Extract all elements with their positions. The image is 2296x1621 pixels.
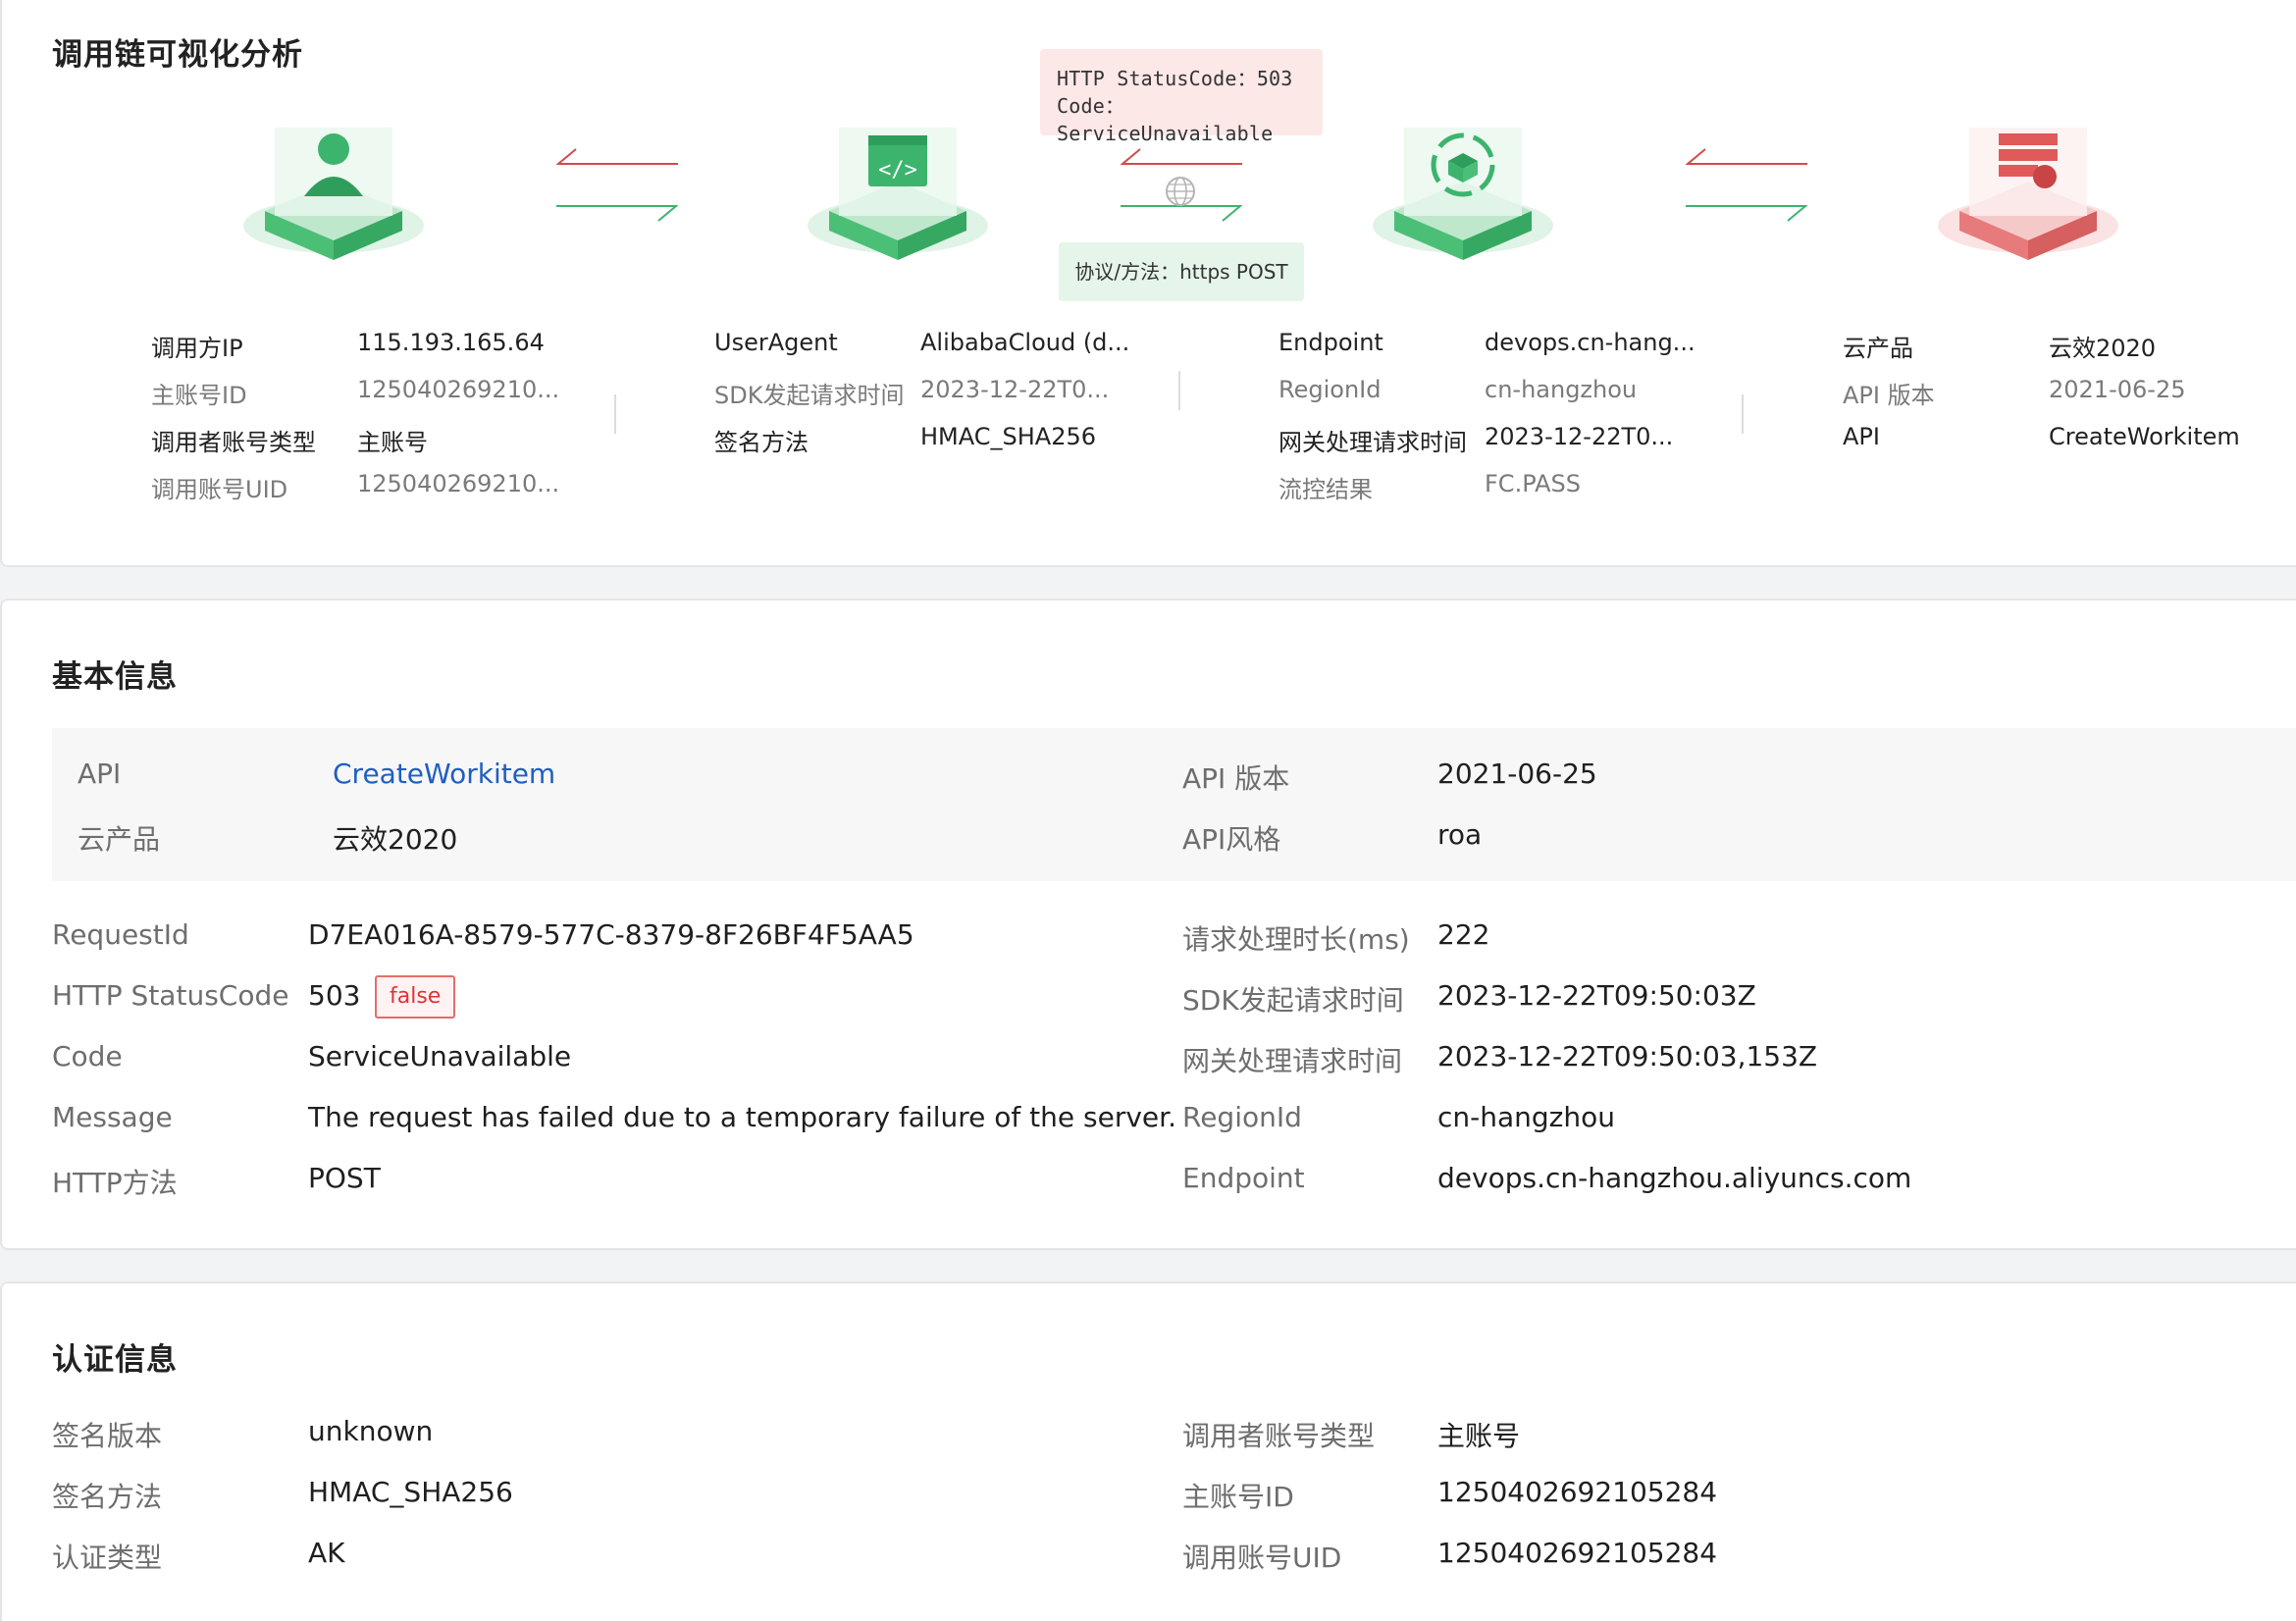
node-value: FC.PASS xyxy=(1485,470,1582,497)
node-label: SDK发起请求时间 xyxy=(714,382,905,409)
node-label: API 版本 xyxy=(1843,382,1935,409)
info-label: Endpoint xyxy=(1182,1162,1305,1194)
node-label: UserAgent xyxy=(714,329,838,356)
info-label: RegionId xyxy=(1182,1101,1302,1133)
info-label: 网关处理请求时间 xyxy=(1182,1045,1403,1077)
basic-info-title: 基本信息 xyxy=(52,659,178,695)
divider xyxy=(614,394,616,434)
node-value: HMAC_SHA256 xyxy=(920,423,1097,450)
node-value: 主账号 xyxy=(357,429,428,456)
response-arrow xyxy=(556,148,678,165)
duration-value: 222 xyxy=(1437,918,1490,951)
node-value: CreateWorkitem xyxy=(2049,423,2240,450)
node-value: AlibabaCloud (d... xyxy=(920,329,1130,356)
auth-label: 签名版本 xyxy=(52,1420,163,1452)
globe-icon xyxy=(1166,177,1195,206)
auth-info-title: 认证信息 xyxy=(52,1342,178,1378)
endpoint-value: devops.cn-hangzhou.aliyuncs.com xyxy=(1437,1162,1912,1194)
auth-label: 调用者账号类型 xyxy=(1182,1420,1376,1452)
main-account-id-value: 1250402692105284 xyxy=(1437,1476,1718,1508)
request-arrow xyxy=(1686,205,1807,222)
auth-label: 调用账号UID xyxy=(1182,1542,1342,1574)
node-value: 125040269210... xyxy=(357,470,560,497)
code-window-icon: </> xyxy=(808,128,988,260)
product-value: 云效2020 xyxy=(333,823,458,856)
auth-type-value: AK xyxy=(308,1537,345,1569)
tooltip-status-line: HTTP StatusCode：503 xyxy=(1057,67,1293,90)
sign-version-value: unknown xyxy=(308,1415,434,1447)
info-label: HTTP方法 xyxy=(52,1167,178,1199)
message-value: The request has failed due to a temporar… xyxy=(308,1101,1176,1133)
http-method-value: POST xyxy=(308,1162,381,1194)
node-label: 网关处理请求时间 xyxy=(1278,429,1467,456)
info-label: Code xyxy=(52,1040,123,1072)
tooltip-code-line: Code：ServiceUnavailable xyxy=(1057,94,1274,145)
node-label: 调用方IP xyxy=(151,335,243,362)
status-badge: false xyxy=(375,975,456,1019)
api-style-value: roa xyxy=(1437,818,1483,851)
node-label: Endpoint xyxy=(1278,329,1383,356)
protocol-tooltip: 协议/方法：https POST xyxy=(1059,242,1304,301)
product-label: 云产品 xyxy=(78,823,161,856)
node-value: 云效2020 xyxy=(2049,335,2157,362)
node-label: 调用者账号类型 xyxy=(151,429,316,456)
node-value: 2023-12-22T0... xyxy=(920,376,1110,403)
svg-text:</>: </> xyxy=(878,158,917,183)
caller-uid-value: 1250402692105284 xyxy=(1437,1537,1718,1569)
node-label: 主账号ID xyxy=(151,382,247,409)
basic-info-card: 基本信息 API CreateWorkitem API 版本 2021-06-2… xyxy=(0,599,2296,1250)
auth-info-card: 认证信息 签名版本 unknown 签名方法 HMAC_SHA256 认证类型 … xyxy=(0,1281,2296,1621)
node-label: 流控结果 xyxy=(1278,476,1373,503)
request-id-value: D7EA016A-8579-577C-8379-8F26BF4F5AA5 xyxy=(308,918,914,951)
call-chain-title: 调用链可视化分析 xyxy=(52,37,303,73)
api-summary-panel xyxy=(52,728,2296,881)
node-label: API xyxy=(1843,423,1880,450)
divider xyxy=(1178,371,1180,410)
sign-method-value: HMAC_SHA256 xyxy=(308,1476,513,1508)
response-status-tooltip: HTTP StatusCode：503 Code：ServiceUnavaila… xyxy=(1040,49,1323,145)
status-code-value: 503 xyxy=(308,979,361,1012)
cloud-product-icon xyxy=(1938,128,2118,260)
request-arrow xyxy=(556,205,678,222)
info-label: RequestId xyxy=(52,918,189,951)
node-label: RegionId xyxy=(1278,376,1382,403)
info-label: Message xyxy=(52,1101,173,1133)
code-value: ServiceUnavailable xyxy=(308,1040,572,1072)
auth-label: 主账号ID xyxy=(1182,1481,1294,1513)
call-chain-card: 调用链可视化分析 </> HTTP StatusCode：503 Code：Se… xyxy=(0,0,2296,567)
account-type-value: 主账号 xyxy=(1437,1420,1521,1452)
api-label: API xyxy=(78,758,122,790)
divider xyxy=(1742,394,1744,434)
node-value: 115.193.165.64 xyxy=(357,329,545,356)
api-link[interactable]: CreateWorkitem xyxy=(333,758,555,790)
user-icon xyxy=(243,128,424,260)
region-value: cn-hangzhou xyxy=(1437,1101,1615,1133)
node-value: 2021-06-25 xyxy=(2049,376,2186,403)
info-label: HTTP StatusCode xyxy=(52,979,289,1012)
response-arrow xyxy=(1686,148,1807,165)
response-arrow xyxy=(1121,148,1242,165)
node-value: 125040269210... xyxy=(357,376,560,403)
api-style-label: API风格 xyxy=(1182,823,1281,856)
info-label: 请求处理时长(ms) xyxy=(1182,923,1410,956)
node-label: 云产品 xyxy=(1843,335,1913,362)
auth-label: 认证类型 xyxy=(52,1542,163,1574)
auth-label: 签名方法 xyxy=(52,1481,163,1513)
api-version-label: API 版本 xyxy=(1182,762,1290,795)
node-label: 签名方法 xyxy=(714,429,809,456)
sdk-time-value: 2023-12-22T09:50:03Z xyxy=(1437,979,1756,1012)
api-version-value: 2021-06-25 xyxy=(1437,758,1597,790)
node-value: 2023-12-22T0... xyxy=(1485,423,1674,450)
info-label: SDK发起请求时间 xyxy=(1182,984,1404,1017)
node-label: 调用账号UID xyxy=(151,476,288,503)
gateway-cube-icon xyxy=(1373,128,1553,260)
node-value: cn-hangzhou xyxy=(1485,376,1638,403)
gateway-time-value: 2023-12-22T09:50:03,153Z xyxy=(1437,1040,1818,1072)
node-value: devops.cn-hang... xyxy=(1485,329,1696,356)
